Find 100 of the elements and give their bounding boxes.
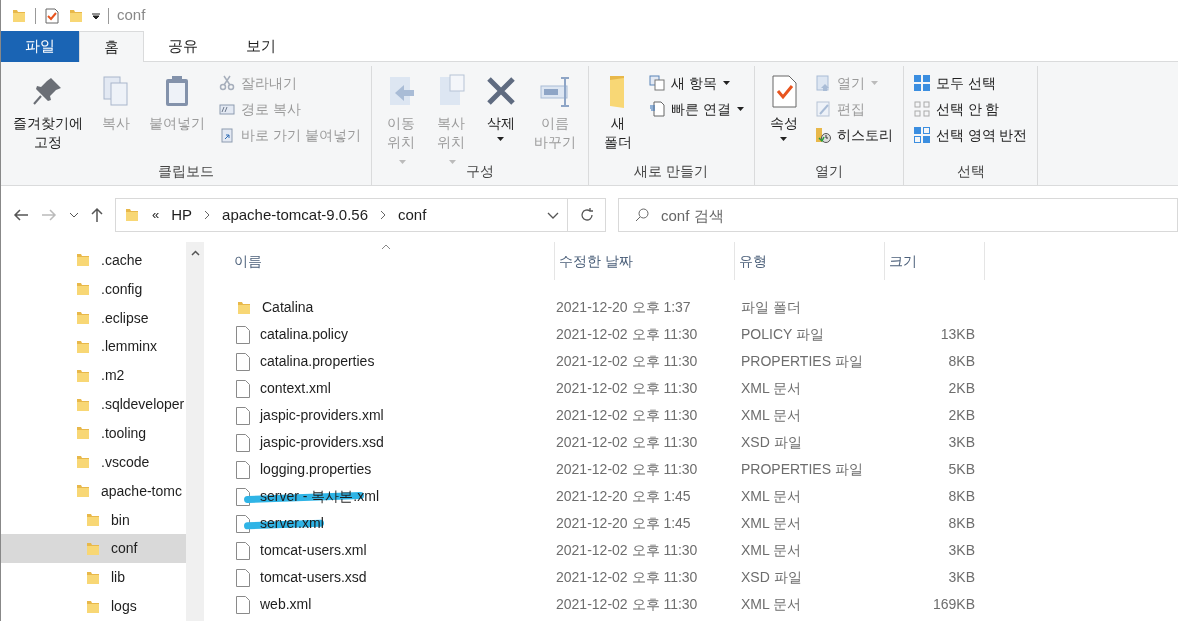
ribbon-tab[interactable]: 보기 (222, 31, 300, 62)
tree-item[interactable]: .eclipse (1, 303, 186, 333)
group-label: 선택 (956, 162, 985, 182)
ribbon-tab[interactable]: 공유 (144, 31, 222, 62)
caret-icon (870, 81, 878, 85)
type-cell-text: XML 문서 (740, 406, 803, 425)
folder-icon (75, 281, 91, 298)
file-name[interactable]: context.xml (260, 378, 331, 399)
date-cell-text: 2021-12-02 오후 11:30 (555, 541, 699, 560)
file-name[interactable]: catalina.policy (260, 324, 348, 345)
folder-icon (68, 7, 84, 24)
ribbon-tab[interactable]: 파일 (1, 31, 79, 62)
grid-icon (913, 75, 930, 91)
back-arrow-icon[interactable] (13, 208, 29, 222)
caret-icon (399, 160, 407, 165)
type-cell-text: XML 문서 (740, 379, 803, 398)
date-cell-text: 2021-12-20 오후 1:45 (555, 487, 692, 506)
file-name[interactable]: tomcat-users.xml (260, 540, 367, 561)
overflow-chevron[interactable]: « (152, 205, 160, 225)
type-cell-text: XML 문서 (740, 514, 803, 533)
refresh-button[interactable] (568, 198, 606, 232)
column-header[interactable]: 이름 (230, 242, 555, 280)
tree-item[interactable]: bin (1, 505, 186, 535)
sort-ascending-icon (381, 244, 391, 250)
refresh-icon (578, 207, 595, 223)
date-cell-text: 2021-12-02 오후 11:30 (555, 460, 699, 479)
folder-icon (124, 207, 140, 223)
ribbon-button[interactable]: 빠른 연결 (648, 96, 744, 122)
ribbon-button[interactable]: 속성 (760, 70, 807, 156)
date-cell-text: 2021-12-02 오후 11:30 (555, 595, 699, 614)
tree-item[interactable]: conf (1, 534, 186, 564)
folder-icon (75, 454, 91, 471)
size-cell-text: 2KB (947, 406, 975, 425)
type-cell-text: XML 문서 (740, 541, 803, 560)
folder-icon (75, 367, 91, 384)
folder-icon (75, 483, 91, 500)
grid-icon (913, 127, 930, 143)
ribbon-button[interactable]: 새 항목 (648, 70, 744, 96)
tree-item[interactable]: .lemminx (1, 332, 186, 362)
tree-item[interactable]: .config (1, 274, 186, 304)
file-name[interactable]: jaspic-providers.xsd (260, 432, 384, 453)
dropdown-icon[interactable] (92, 11, 100, 20)
date-cell-text: 2021-12-02 오후 11:30 (555, 325, 699, 344)
path-icon (219, 101, 235, 117)
edit-icon (814, 101, 831, 117)
date-cell-text: 2021-12-20 오후 1:45 (555, 514, 692, 533)
type-cell-text: PROPERTIES 파일 (740, 352, 864, 371)
tree-item[interactable]: .cache (1, 246, 186, 275)
tree-item[interactable]: .sqldeveloper (1, 390, 186, 420)
chevron-down-icon[interactable] (547, 211, 559, 219)
file-name[interactable]: catalina.properties (260, 351, 375, 372)
file-icon (236, 352, 250, 371)
folder-icon (75, 338, 91, 355)
file-icon (236, 433, 250, 452)
ribbon-button[interactable]: 새 폴더 (594, 70, 641, 156)
tree-item[interactable]: .vscode (1, 447, 186, 477)
size-cell-text: 8KB (947, 487, 975, 506)
file-icon (236, 487, 250, 506)
breadcrumb[interactable]: HP (171, 203, 193, 227)
type-cell-text: XML 문서 (740, 487, 803, 506)
size-cell-text: 2KB (947, 379, 975, 398)
file-icon (236, 379, 250, 398)
address-bar[interactable]: « HP apache-tomcat-9.0.56 conf (115, 198, 568, 232)
file-name[interactable]: jaspic-providers.xml (260, 405, 384, 426)
type-cell-text: 파일 폴더 (740, 298, 802, 317)
ribbon-button[interactable]: 선택 영역 반전 (913, 122, 1028, 148)
scissors-icon (219, 75, 235, 91)
column-header[interactable]: 크기 (885, 242, 985, 280)
scrollbar[interactable] (186, 242, 204, 621)
folder-icon (75, 310, 91, 327)
ribbon-button[interactable]: 삭제 (477, 70, 524, 156)
file-name[interactable]: logging.properties (260, 459, 372, 480)
ribbon-tab[interactable]: 홈 (79, 31, 144, 62)
properties-icon[interactable] (44, 7, 60, 24)
up-arrow-icon[interactable] (91, 207, 103, 223)
date-cell-text: 2021-12-02 오후 11:30 (555, 379, 699, 398)
tree-item[interactable]: .tooling (1, 419, 186, 448)
column-header[interactable]: 유형 (735, 242, 885, 280)
caret-icon (497, 137, 505, 141)
caret-icon (449, 160, 457, 165)
caret-icon (780, 137, 788, 141)
tree-item[interactable]: lib (1, 563, 186, 593)
chevron-down-icon[interactable] (69, 212, 79, 218)
ribbon-button[interactable]: 선택 안 함 (913, 96, 1028, 122)
column-header[interactable]: 수정한 날짜 (555, 242, 735, 280)
size-cell-text: 3KB (947, 433, 975, 452)
breadcrumb[interactable]: apache-tomcat-9.0.56 (222, 203, 368, 227)
ribbon-button[interactable]: 히스토리 (814, 122, 893, 148)
ribbon-button[interactable]: 즐겨찾기에 고정 (7, 70, 89, 156)
ribbon-button[interactable]: 모두 선택 (913, 70, 1028, 96)
tree-item[interactable]: .m2 (1, 361, 186, 391)
tree-item[interactable]: apache-tomc (1, 476, 186, 506)
breadcrumb[interactable]: conf (398, 203, 427, 227)
folder-icon (11, 7, 27, 24)
tree-item[interactable]: logs (1, 592, 186, 621)
file-icon (236, 406, 250, 425)
file-name[interactable]: tomcat-users.xsd (260, 567, 367, 588)
file-name[interactable]: Catalina (262, 297, 314, 318)
file-name[interactable]: web.xml (260, 594, 312, 615)
file-icon (236, 460, 250, 479)
